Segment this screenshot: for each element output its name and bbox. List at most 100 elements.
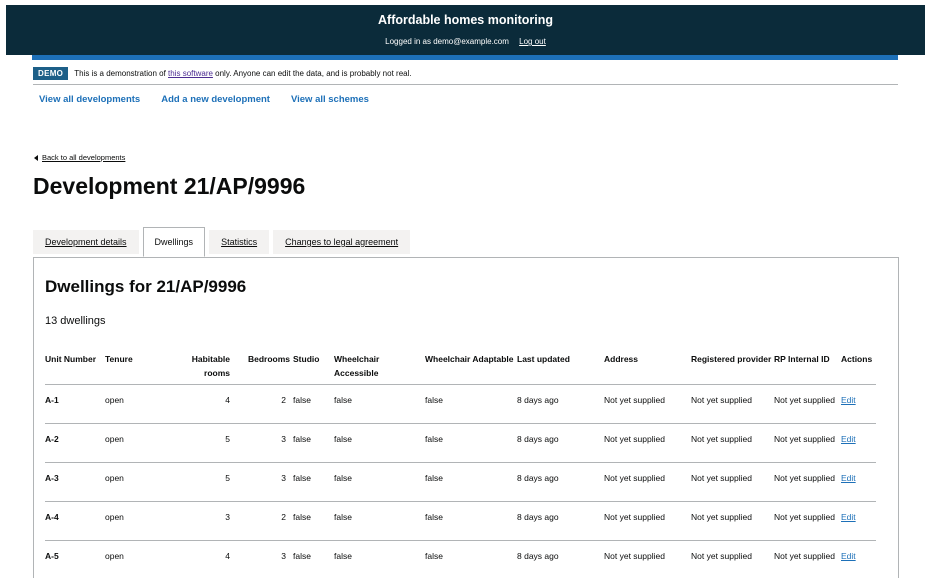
table-header-row: Unit Number Tenure Habitable rooms Bedro…: [45, 350, 876, 385]
nav-view-all-developments[interactable]: View all developments: [39, 94, 140, 105]
cell-address: Not yet supplied: [604, 501, 691, 541]
demo-tag: DEMO: [33, 66, 69, 80]
cell-address: Not yet supplied: [604, 423, 691, 463]
table-row: A-5 open 4 3 false false false 8 days ag…: [45, 540, 876, 578]
column-header: Last updated: [517, 350, 604, 385]
nav-view-all-schemes[interactable]: View all schemes: [291, 94, 369, 105]
cell-bedrooms: 3: [235, 462, 293, 502]
logout-link[interactable]: Log out: [519, 37, 546, 46]
demo-text-before: This is a demonstration of: [74, 68, 169, 78]
demo-banner-text: This is a demonstration of this software…: [74, 69, 411, 78]
dwellings-table: Unit Number Tenure Habitable rooms Bedro…: [45, 350, 876, 578]
column-header: Registered provider: [691, 350, 774, 385]
tab-panel-dwellings: Dwellings for 21/AP/9996 13 dwellings Un…: [33, 257, 899, 578]
cell-adaptable: false: [425, 462, 517, 502]
cell-provider: Not yet supplied: [691, 423, 774, 463]
demo-text-after: only. Anyone can edit the data, and is p…: [212, 68, 412, 78]
cell-provider: Not yet supplied: [691, 501, 774, 541]
cell-accessible: false: [334, 540, 425, 578]
column-header: Address: [604, 350, 691, 385]
tab-changes-to-legal-agreement[interactable]: Changes to legal agreement: [273, 230, 411, 254]
cell-unit: A-5: [45, 540, 105, 578]
cell-rp-id: Not yet supplied: [774, 540, 841, 578]
demo-banner: DEMO This is a demonstration of this sof…: [33, 66, 412, 80]
cell-adaptable: false: [425, 540, 517, 578]
software-link[interactable]: this software: [168, 69, 213, 78]
cell-rp-id: Not yet supplied: [774, 462, 841, 502]
column-header: Wheelchair Accessible: [334, 350, 425, 385]
cell-provider: Not yet supplied: [691, 384, 774, 424]
divider: [33, 84, 898, 85]
tab-development-details[interactable]: Development details: [33, 230, 139, 254]
cell-actions: Edit: [841, 501, 876, 541]
table-row: A-3 open 5 3 false false false 8 days ag…: [45, 462, 876, 502]
site-header: Affordable homes monitoring Logged in as…: [6, 5, 925, 55]
column-header: Studio: [293, 350, 334, 385]
cell-tenure: open: [105, 384, 165, 424]
primary-nav: View all developments Add a new developm…: [39, 94, 369, 105]
login-status: Logged in as demo@example.com Log out: [6, 37, 925, 46]
edit-link[interactable]: Edit: [841, 395, 856, 405]
cell-studio: false: [293, 501, 334, 541]
cell-rp-id: Not yet supplied: [774, 501, 841, 541]
back-link[interactable]: Back to all developments: [34, 153, 125, 162]
cell-accessible: false: [334, 423, 425, 463]
cell-tenure: open: [105, 501, 165, 541]
cell-rp-id: Not yet supplied: [774, 384, 841, 424]
cell-accessible: false: [334, 384, 425, 424]
cell-provider: Not yet supplied: [691, 462, 774, 502]
tab-dwellings[interactable]: Dwellings: [142, 227, 206, 257]
column-header: Habitable rooms: [165, 350, 235, 385]
tab-list: Development details Dwellings Statistics…: [33, 227, 414, 257]
cell-tenure: open: [105, 540, 165, 578]
nav-add-development[interactable]: Add a new development: [161, 94, 270, 105]
dwelling-count: 13 dwellings: [45, 315, 106, 327]
cell-bedrooms: 2: [235, 501, 293, 541]
cell-rooms: 5: [165, 462, 235, 502]
logged-in-text: Logged in as demo@example.com: [385, 37, 509, 46]
cell-bedrooms: 3: [235, 540, 293, 578]
edit-link[interactable]: Edit: [841, 512, 856, 522]
cell-actions: Edit: [841, 423, 876, 463]
cell-last-updated: 8 days ago: [517, 540, 604, 578]
tab-statistics[interactable]: Statistics: [209, 230, 270, 254]
column-header: Wheelchair Adaptable: [425, 350, 517, 385]
edit-link[interactable]: Edit: [841, 551, 856, 561]
cell-actions: Edit: [841, 540, 876, 578]
cell-rooms: 3: [165, 501, 235, 541]
cell-provider: Not yet supplied: [691, 540, 774, 578]
cell-address: Not yet supplied: [604, 462, 691, 502]
cell-last-updated: 8 days ago: [517, 384, 604, 424]
cell-studio: false: [293, 540, 334, 578]
cell-accessible: false: [334, 462, 425, 502]
cell-rp-id: Not yet supplied: [774, 423, 841, 463]
cell-studio: false: [293, 462, 334, 502]
chevron-left-icon: [34, 154, 38, 161]
app-title: Affordable homes monitoring: [378, 13, 553, 27]
table-row: A-1 open 4 2 false false false 8 days ag…: [45, 384, 876, 424]
cell-last-updated: 8 days ago: [517, 423, 604, 463]
cell-unit: A-2: [45, 423, 105, 463]
cell-unit: A-3: [45, 462, 105, 502]
cell-address: Not yet supplied: [604, 384, 691, 424]
cell-rooms: 4: [165, 384, 235, 424]
cell-tenure: open: [105, 462, 165, 502]
column-header: Bedrooms: [235, 350, 293, 385]
cell-tenure: open: [105, 423, 165, 463]
cell-unit: A-1: [45, 384, 105, 424]
cell-address: Not yet supplied: [604, 540, 691, 578]
cell-last-updated: 8 days ago: [517, 501, 604, 541]
cell-bedrooms: 3: [235, 423, 293, 463]
cell-studio: false: [293, 423, 334, 463]
cell-studio: false: [293, 384, 334, 424]
cell-rooms: 4: [165, 540, 235, 578]
cell-unit: A-4: [45, 501, 105, 541]
column-header: Unit Number: [45, 350, 105, 385]
page-title: Development 21/AP/9996: [33, 173, 306, 199]
column-header: Tenure: [105, 350, 165, 385]
cell-adaptable: false: [425, 423, 517, 463]
edit-link[interactable]: Edit: [841, 434, 856, 444]
edit-link[interactable]: Edit: [841, 473, 856, 483]
cell-accessible: false: [334, 501, 425, 541]
cell-adaptable: false: [425, 384, 517, 424]
